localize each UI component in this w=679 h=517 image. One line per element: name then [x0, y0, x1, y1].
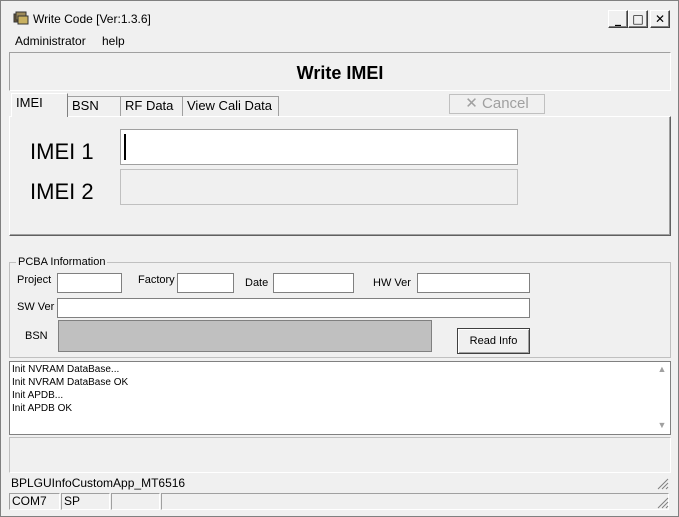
app-status-bar: BPLGUInfoCustomApp_MT6516 [9, 475, 671, 492]
empty-panel [9, 437, 671, 473]
menu-help[interactable]: help [102, 34, 125, 48]
bsn-label: BSN [25, 330, 48, 342]
imei2-input[interactable] [120, 169, 518, 205]
hw-ver-input[interactable] [417, 273, 530, 293]
tab-area: IMEI BSN RF Data View Cali Data ✕ Cancel… [9, 92, 671, 255]
x-icon: ✕ [465, 95, 478, 112]
tab-imei[interactable]: IMEI [11, 93, 68, 117]
log-line: Init APDB... [12, 390, 64, 401]
factory-label: Factory [138, 274, 175, 286]
text-caret [124, 134, 126, 160]
resize-grip-icon[interactable] [657, 497, 669, 509]
close-button[interactable]: ✕ [650, 10, 670, 28]
status-port: COM7 [9, 493, 60, 510]
project-input[interactable] [57, 273, 122, 293]
header-panel: Write IMEI [9, 52, 671, 91]
title-bar[interactable]: Write Code [Ver:1.3.6] _ □ ✕ [1, 1, 678, 33]
sw-ver-input[interactable] [57, 298, 530, 318]
date-label: Date [245, 277, 269, 289]
menu-bar: Administrator help [1, 33, 678, 51]
pcba-legend: PCBA Information [16, 256, 108, 268]
log-scrollbar[interactable]: ▲ ▼ [654, 362, 670, 434]
log-line: Init NVRAM DataBase... [12, 364, 120, 375]
menu-administrator[interactable]: Administrator [15, 34, 86, 48]
scroll-up-icon[interactable]: ▲ [657, 364, 667, 374]
page-title: Write IMEI [296, 63, 384, 83]
log-line: Init APDB OK [12, 403, 73, 414]
tab-bsn[interactable]: BSN [67, 96, 121, 116]
cancel-label: Cancel [482, 95, 529, 112]
imei1-input[interactable] [120, 129, 518, 165]
app-name-text: BPLGUInfoCustomApp_MT6516 [11, 476, 186, 490]
imei2-label: IMEI 2 [30, 179, 94, 204]
imei-tab-panel: IMEI 1 IMEI 2 [9, 116, 671, 236]
date-input[interactable] [273, 273, 354, 293]
log-textarea[interactable]: Init NVRAM DataBase... Init NVRAM DataBa… [9, 361, 671, 435]
imei1-label: IMEI 1 [30, 139, 94, 164]
sw-ver-label: SW Ver [17, 301, 55, 313]
app-icon [13, 11, 29, 25]
minimize-icon: _ [615, 12, 621, 26]
status-mode: SP [61, 493, 110, 510]
hw-ver-label: HW Ver [373, 277, 411, 289]
maximize-icon: □ [632, 12, 644, 26]
cancel-button[interactable]: ✕ Cancel [449, 94, 545, 114]
project-label: Project [17, 274, 52, 286]
tab-view-cali-data[interactable]: View Cali Data [182, 96, 279, 116]
status-cell-4 [161, 493, 669, 510]
scroll-down-icon[interactable]: ▼ [657, 420, 667, 430]
bsn-field[interactable] [58, 320, 432, 352]
resize-grip-icon[interactable] [657, 478, 669, 490]
log-line: Init NVRAM DataBase OK [12, 377, 129, 388]
minimize-button[interactable]: _ [608, 10, 628, 28]
pcba-information-group: PCBA Information Project Factory Date HW… [9, 256, 671, 358]
main-window: Write Code [Ver:1.3.6] _ □ ✕ Administrat… [0, 0, 679, 517]
tab-rf-data[interactable]: RF Data [120, 96, 183, 116]
window-title: Write Code [Ver:1.3.6] [33, 12, 151, 26]
close-icon: ✕ [654, 12, 666, 26]
read-info-button[interactable]: Read Info [457, 328, 530, 354]
maximize-button[interactable]: □ [628, 10, 648, 28]
status-bar: COM7 SP [9, 493, 671, 511]
factory-input[interactable] [177, 273, 234, 293]
status-cell-3 [111, 493, 160, 510]
